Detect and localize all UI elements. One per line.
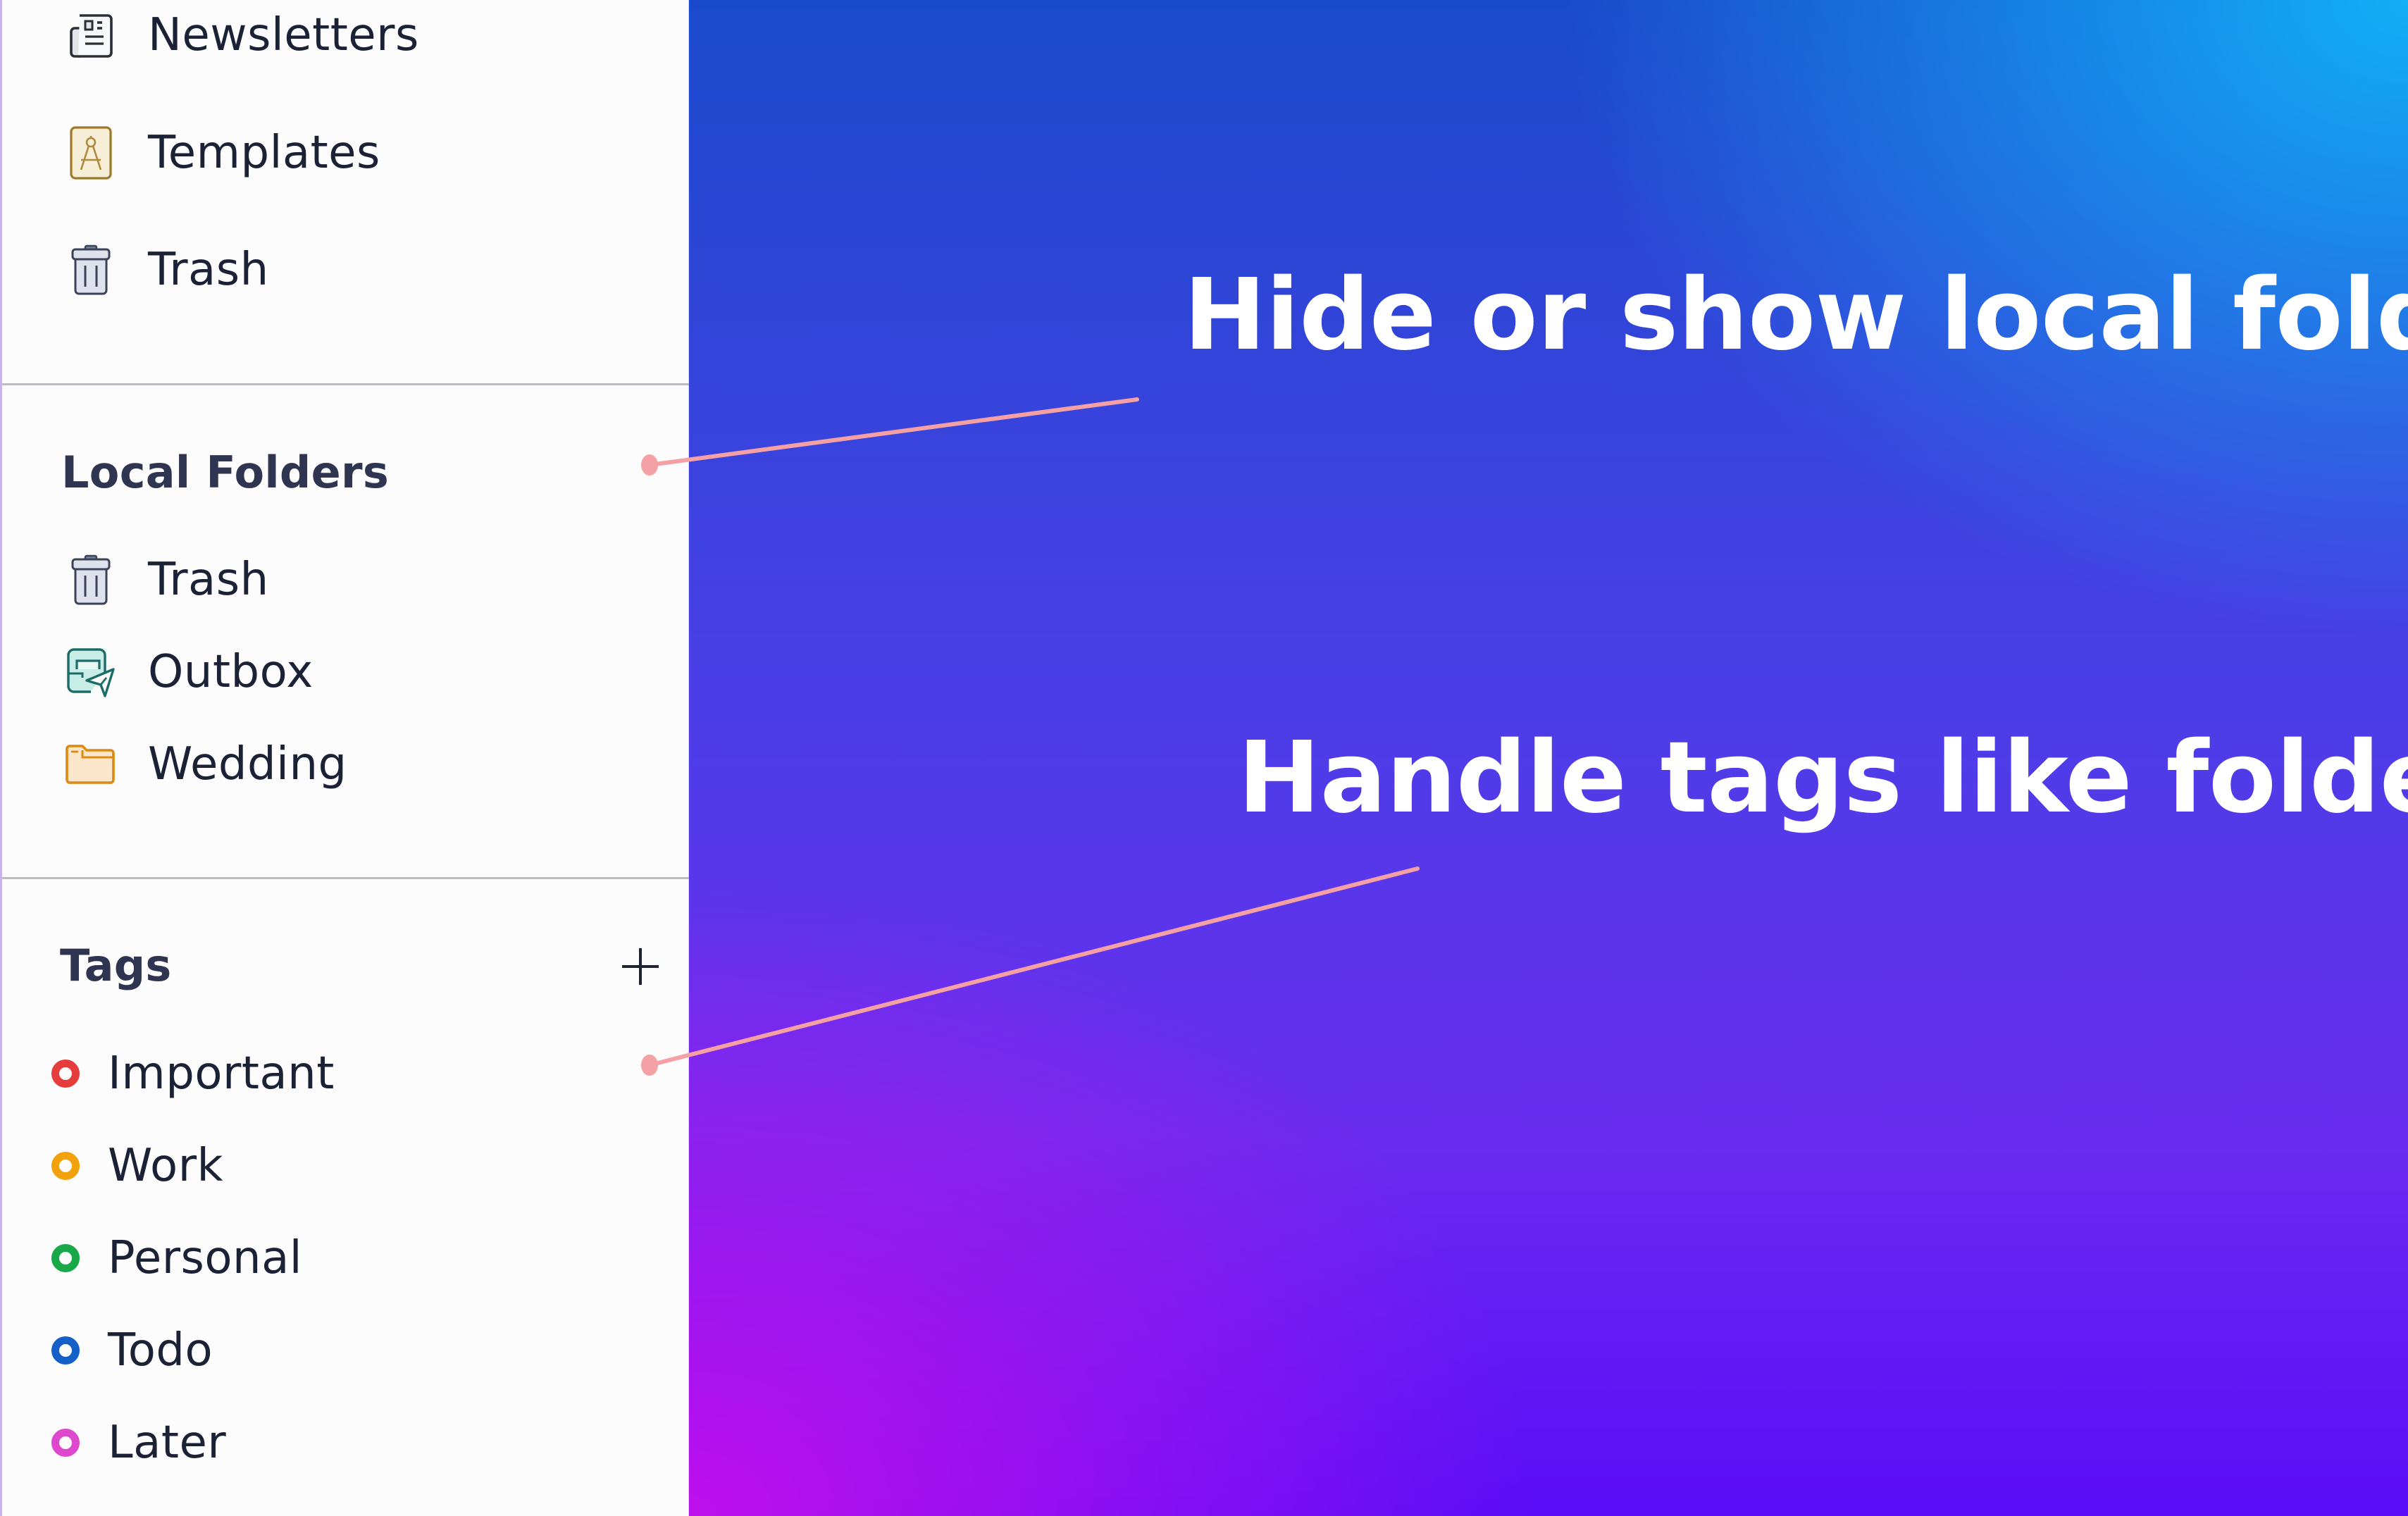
tag-color-icon <box>51 1336 80 1365</box>
outbox-icon <box>63 644 119 700</box>
tag-color-icon <box>51 1244 80 1272</box>
caption-tags: Handle tags like folders <box>1238 721 2408 835</box>
tags-heading[interactable]: Tags <box>60 944 172 988</box>
sidebar-item-newsletters[interactable]: Newsletters <box>2 0 691 74</box>
tag-label: Personal <box>108 1232 303 1284</box>
section-divider <box>2 383 691 385</box>
local-folder-wedding[interactable]: Wedding <box>2 726 691 803</box>
sidebar-item-trash[interactable]: Trash <box>2 231 691 309</box>
tag-label: Work <box>108 1140 224 1192</box>
sidebar-item-templates[interactable]: Templates <box>2 114 691 192</box>
sidebar: Newsletters Templates Trash Local Folder… <box>0 0 691 1516</box>
tag-item-important[interactable]: Important <box>2 1035 691 1112</box>
local-folder-trash[interactable]: Trash <box>2 541 691 619</box>
tag-label: Important <box>108 1048 335 1100</box>
templates-compass-icon <box>63 125 119 181</box>
sidebar-item-label: Trash <box>148 244 269 296</box>
tag-item-todo[interactable]: Todo <box>2 1312 691 1389</box>
sidebar-item-label: Outbox <box>148 646 314 698</box>
tag-label: Todo <box>108 1324 213 1377</box>
caption-local-folders: Hide or show local folders <box>1184 258 2408 373</box>
local-folder-outbox[interactable]: Outbox <box>2 633 691 711</box>
tag-item-personal[interactable]: Personal <box>2 1219 691 1297</box>
folder-icon <box>63 736 119 793</box>
sidebar-item-label: Trash <box>148 554 269 606</box>
trash-icon <box>63 242 119 298</box>
tag-color-icon <box>51 1429 80 1457</box>
tag-item-work[interactable]: Work <box>2 1127 691 1205</box>
add-tag-button[interactable] <box>616 943 664 990</box>
trash-icon <box>63 552 119 608</box>
section-divider <box>2 877 691 879</box>
tag-label: Later <box>108 1417 227 1469</box>
sidebar-item-label: Templates <box>148 127 380 179</box>
tag-item-later[interactable]: Later <box>2 1404 691 1481</box>
local-folders-heading[interactable]: Local Folders <box>61 451 389 495</box>
plus-icon <box>622 948 659 985</box>
sidebar-item-label: Wedding <box>148 738 347 790</box>
sidebar-item-label: Newsletters <box>148 9 419 61</box>
newsletter-icon <box>63 7 119 63</box>
tag-color-icon <box>51 1060 80 1088</box>
tag-color-icon <box>51 1152 80 1180</box>
